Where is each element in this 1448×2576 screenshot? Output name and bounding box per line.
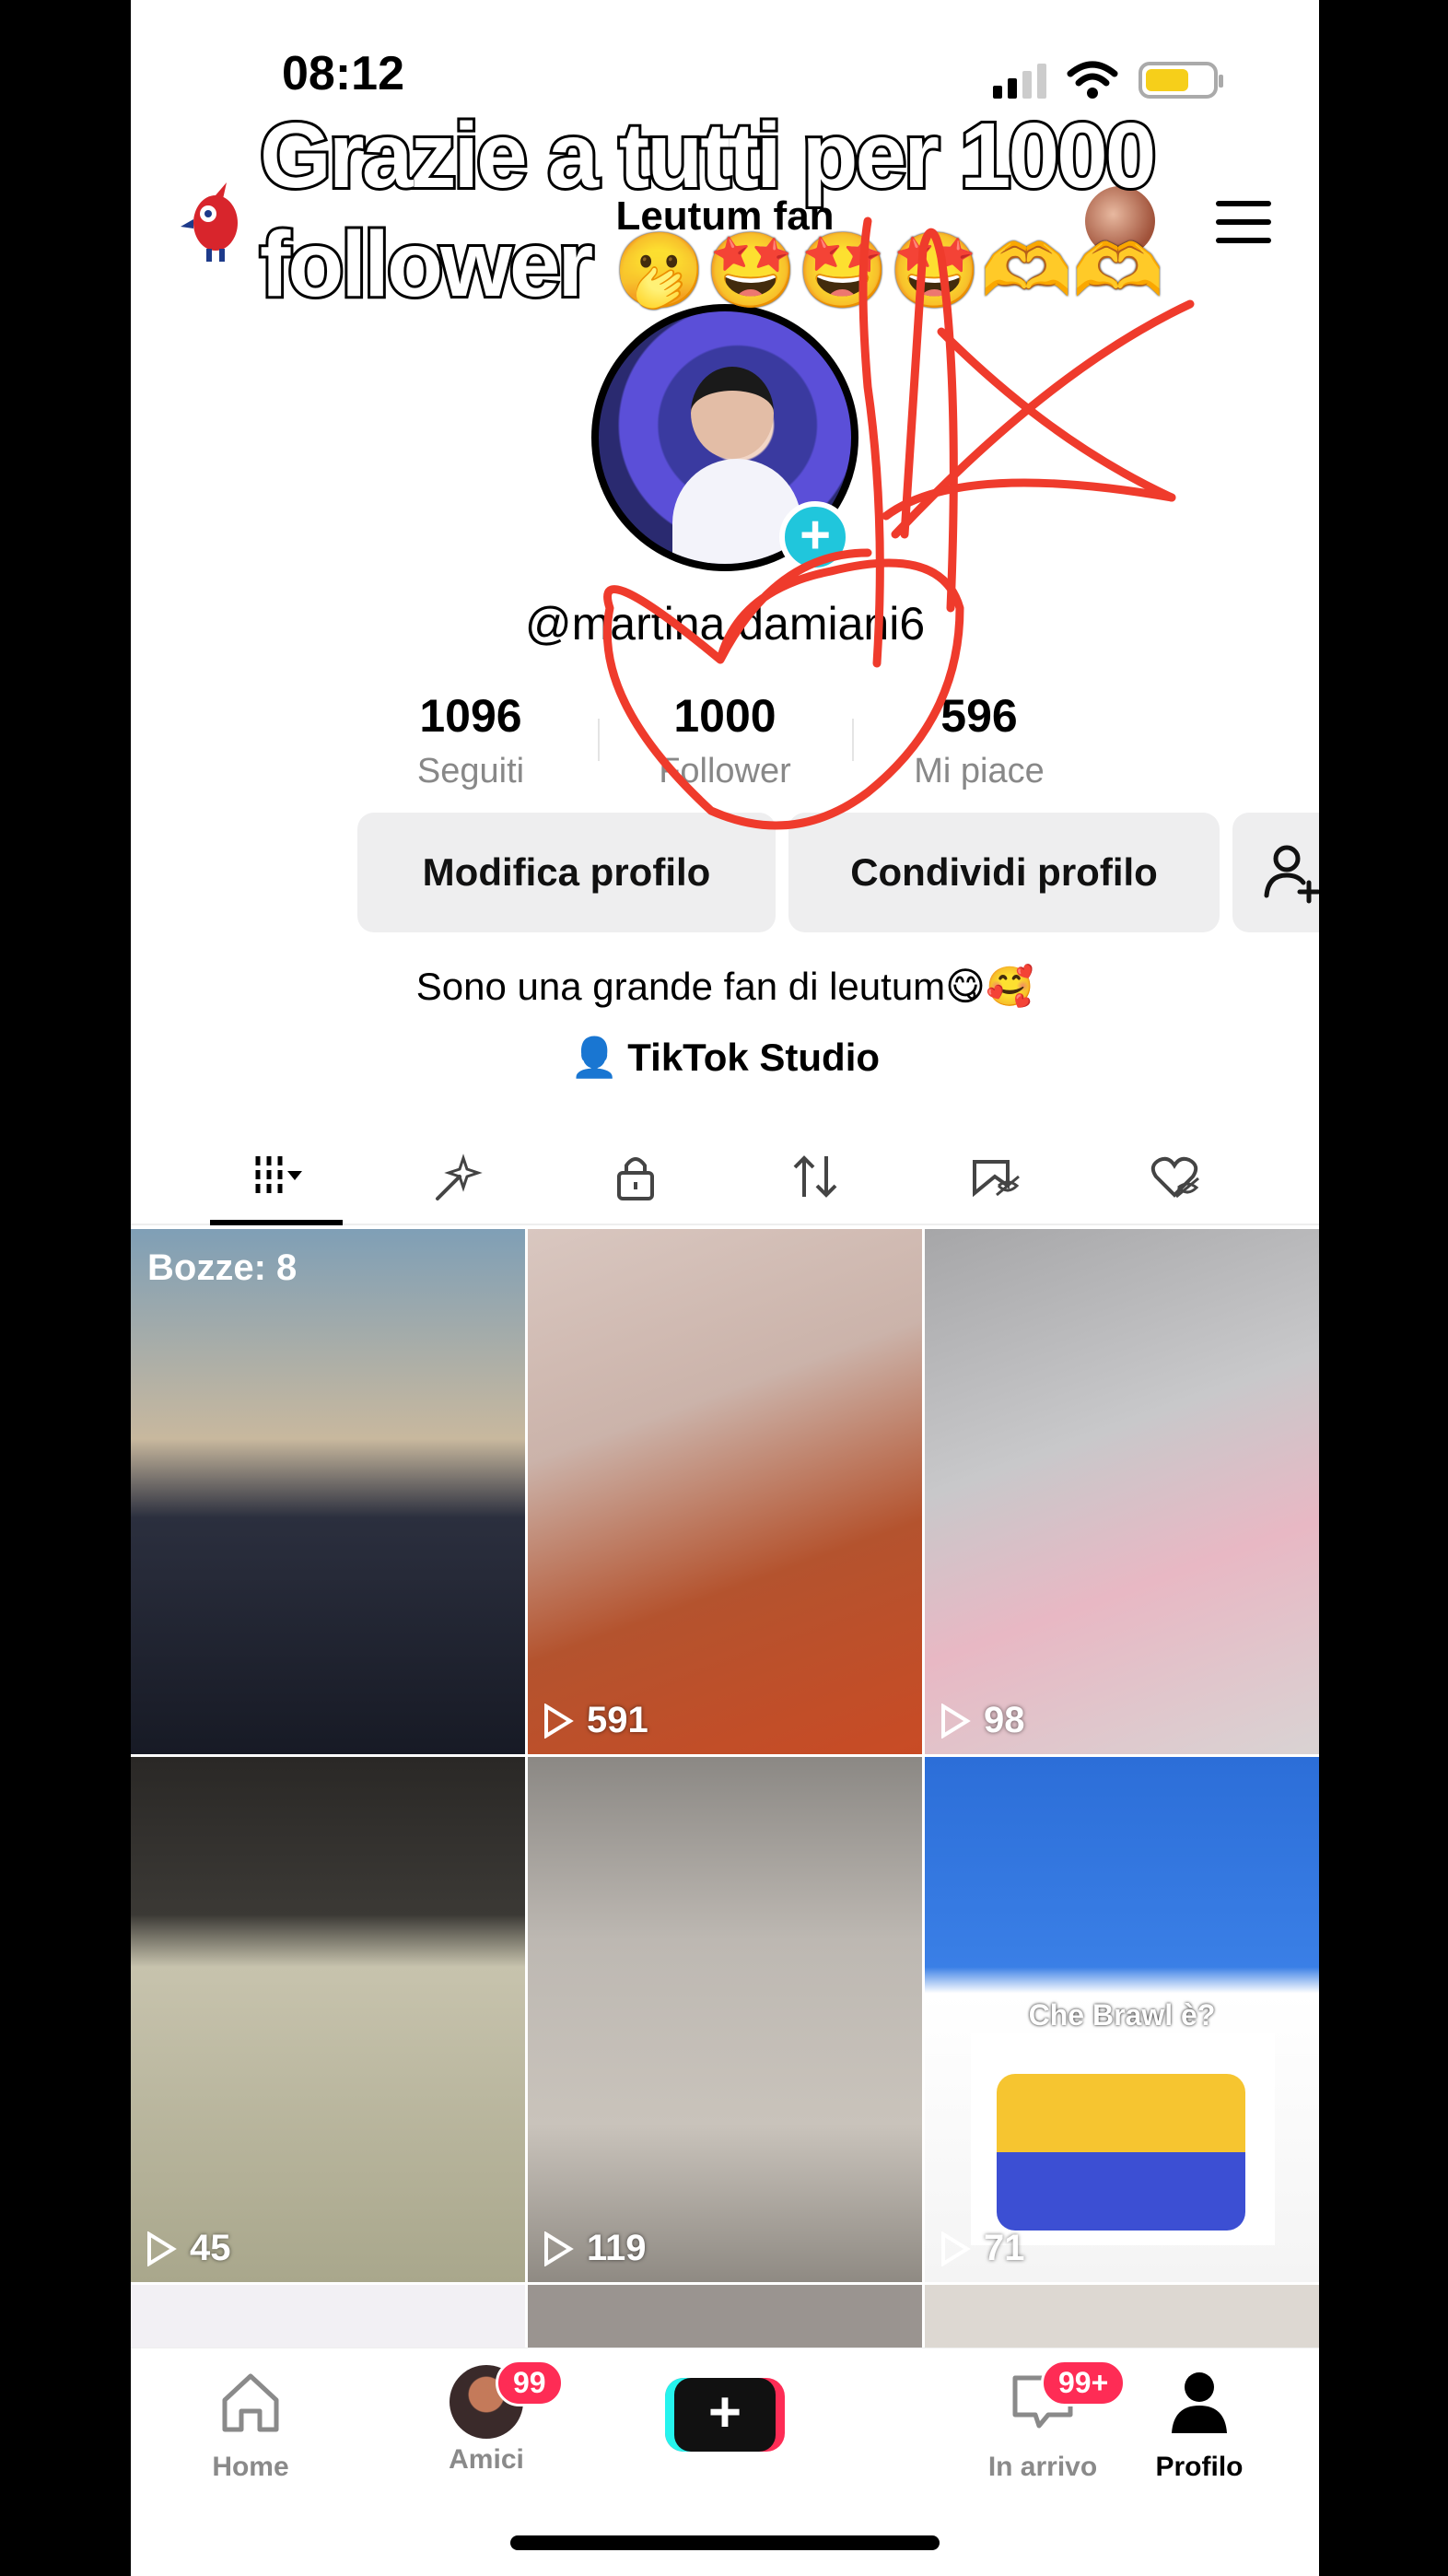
add-user-icon bbox=[1264, 845, 1319, 904]
profile-stats: 1096 Seguiti 1000 Follower 596 Mi piace bbox=[131, 689, 1319, 791]
view-count: 98 bbox=[940, 1700, 1025, 1741]
stat-value: 1096 bbox=[419, 690, 522, 742]
video-grid: Bozze: 8 591 98 45 119 Che Brawl è? 71 bbox=[131, 1229, 1319, 2349]
battery-icon bbox=[1139, 62, 1223, 99]
tab-private[interactable] bbox=[569, 1130, 702, 1224]
overlay-caption: Grazie a tutti per 1000 follower 🫢🤩🤩🤩🫶🫶 bbox=[257, 101, 1273, 325]
stat-label: Follower bbox=[659, 752, 791, 790]
liked-hidden-icon bbox=[1150, 1156, 1199, 1199]
profile-tabs bbox=[131, 1130, 1319, 1225]
view-count-value: 98 bbox=[984, 1700, 1025, 1740]
video-tile[interactable] bbox=[528, 2285, 922, 2349]
stat-label: Seguiti bbox=[416, 752, 525, 790]
inbox-badge: 99+ bbox=[1041, 2359, 1127, 2406]
nav-friends-label: Amici bbox=[449, 2444, 524, 2475]
grid-videos-icon bbox=[255, 1156, 302, 1197]
stat-followers[interactable]: 1000 Follower bbox=[598, 689, 852, 791]
drafts-label: Bozze: 8 bbox=[147, 1247, 298, 1288]
play-icon bbox=[544, 1703, 574, 1739]
saved-hidden-icon bbox=[972, 1160, 1020, 1198]
tiktok-profile-screen: 08:12 Leutum fan Grazie a tutti per 1000… bbox=[131, 0, 1319, 2576]
status-icons bbox=[993, 61, 1223, 100]
view-count-value: 119 bbox=[587, 2228, 647, 2268]
play-icon bbox=[941, 2231, 971, 2266]
nav-profile[interactable]: Profilo bbox=[1116, 2365, 1282, 2483]
nav-inbox[interactable]: 99+ In arrivo bbox=[960, 2359, 1127, 2483]
play-icon bbox=[147, 2231, 177, 2266]
view-count: 45 bbox=[146, 2228, 231, 2269]
lock-icon bbox=[616, 1157, 654, 1200]
tab-reposts[interactable] bbox=[749, 1130, 882, 1224]
view-count-value: 71 bbox=[984, 2228, 1025, 2268]
tab-videos[interactable] bbox=[209, 1130, 343, 1225]
video-tile[interactable] bbox=[131, 2285, 525, 2349]
studio-label: TikTok Studio bbox=[627, 1036, 881, 1079]
video-tile[interactable] bbox=[925, 2285, 1319, 2349]
nav-inbox-label: In arrivo bbox=[987, 2452, 1098, 2482]
stat-value: 1000 bbox=[673, 690, 777, 742]
video-tile[interactable]: 98 bbox=[925, 1229, 1319, 1754]
edit-profile-button[interactable]: Modifica profilo bbox=[357, 813, 776, 932]
profile-bio: Sono una grande fan di leutum😋🥰 bbox=[415, 965, 1034, 1008]
tab-liked[interactable] bbox=[1108, 1130, 1241, 1224]
play-icon bbox=[941, 1703, 971, 1739]
nav-friends[interactable]: 99 Amici bbox=[403, 2359, 569, 2476]
username: @martina.damiani6 bbox=[524, 598, 926, 650]
video-tile[interactable]: Che Brawl è? 71 bbox=[925, 1757, 1319, 2282]
play-icon bbox=[544, 2231, 574, 2266]
repost-icon bbox=[793, 1155, 836, 1198]
add-friend-button[interactable] bbox=[1232, 813, 1319, 932]
stat-label: Mi piace bbox=[914, 752, 1045, 790]
view-count-value: 45 bbox=[190, 2228, 231, 2268]
view-count-value: 591 bbox=[587, 1700, 648, 1740]
nav-home-label: Home bbox=[212, 2452, 289, 2482]
stat-following[interactable]: 1096 Seguiti bbox=[344, 689, 598, 791]
nav-home[interactable]: Home bbox=[168, 2365, 333, 2483]
share-profile-button[interactable]: Condividi profilo bbox=[788, 813, 1220, 932]
tiktok-studio-link[interactable]: 👤 TikTok Studio bbox=[131, 1036, 1319, 1081]
overlay-emojis: 🫢🤩🤩🤩🫶🫶 bbox=[613, 229, 1164, 311]
tab-favorites[interactable] bbox=[390, 1130, 522, 1224]
studio-icon: 👤 bbox=[569, 1036, 619, 1079]
video-tile[interactable]: 119 bbox=[528, 1757, 922, 2282]
draft-videos-tile[interactable]: Bozze: 8 bbox=[131, 1229, 525, 1754]
profile-icon bbox=[1172, 2372, 1227, 2433]
plus-icon: + bbox=[674, 2378, 776, 2452]
video-tile[interactable]: 45 bbox=[131, 1757, 525, 2282]
home-icon bbox=[222, 2373, 279, 2432]
sparkle-wand-icon bbox=[435, 1153, 483, 1200]
view-count: 591 bbox=[543, 1700, 648, 1741]
nav-profile-label: Profilo bbox=[1155, 2452, 1244, 2482]
home-indicator bbox=[510, 2535, 940, 2550]
tab-saved[interactable] bbox=[928, 1130, 1061, 1224]
view-count: 119 bbox=[543, 2228, 647, 2269]
create-button[interactable]: + bbox=[665, 2378, 785, 2452]
wifi-icon bbox=[1067, 61, 1118, 99]
stat-value: 596 bbox=[940, 690, 1018, 742]
signal-icon bbox=[993, 62, 1046, 99]
add-photo-button[interactable]: + bbox=[779, 501, 851, 573]
view-count: 71 bbox=[940, 2228, 1025, 2269]
status-time: 08:12 bbox=[282, 47, 404, 100]
friends-badge: 99 bbox=[496, 2359, 564, 2406]
video-tile[interactable]: 591 bbox=[528, 1229, 922, 1754]
stat-likes[interactable]: 596 Mi piace bbox=[852, 689, 1106, 791]
brawl-box-image bbox=[971, 2033, 1275, 2245]
video-caption: Che Brawl è? bbox=[1028, 1998, 1216, 2032]
